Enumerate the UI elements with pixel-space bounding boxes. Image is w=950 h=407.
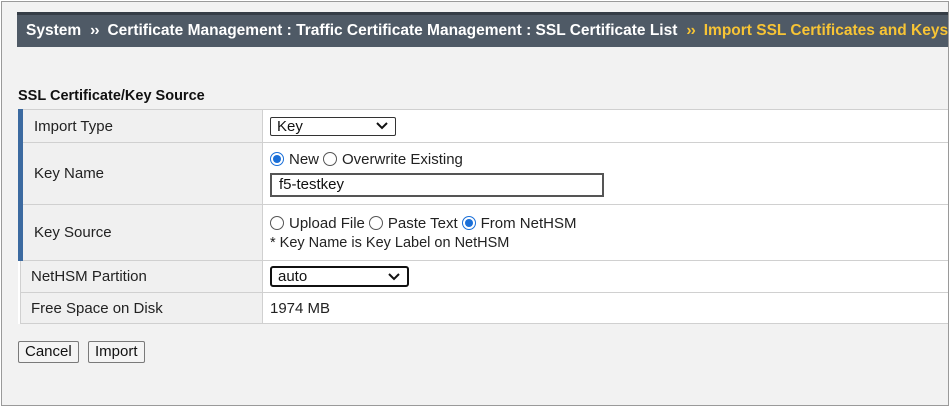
key-source-nethsm-radio[interactable] [461, 216, 476, 230]
section-title: SSL Certificate/Key Source [18, 88, 205, 104]
key-source-paste-label: Paste Text [387, 214, 458, 232]
row-key-source: Key Source Upload File Paste Text From N… [18, 204, 948, 261]
key-source-upload-label: Upload File [289, 214, 365, 232]
key-source-upload-radio[interactable] [270, 216, 284, 230]
key-source-nethsm-label: From NetHSM [480, 214, 577, 232]
import-type-select[interactable]: Key [270, 116, 396, 136]
import-type-label: Import Type [18, 109, 263, 143]
import-type-selected: Key [277, 117, 303, 135]
row-nethsm-partition: NetHSM Partition auto [20, 260, 948, 293]
key-name-new-label: New [289, 150, 320, 168]
key-source-note: * Key Name is Key Label on NetHSM [270, 234, 510, 251]
free-space-value: 1974 MB [262, 292, 948, 324]
breadcrumb-separator: ›› [90, 22, 99, 39]
key-name-overwrite-radio[interactable] [323, 152, 338, 166]
row-free-space: Free Space on Disk 1974 MB [20, 292, 948, 324]
breadcrumb-ssl-certificate-list[interactable]: Certificate Management : Traffic Certifi… [107, 22, 677, 40]
key-source-paste-radio[interactable] [368, 216, 383, 230]
breadcrumb-system[interactable]: System [26, 22, 81, 40]
chevron-down-icon [388, 272, 400, 280]
breadcrumb-current-page: Import SSL Certificates and Keys [703, 22, 949, 39]
chevron-down-icon [376, 122, 388, 130]
key-name-input[interactable]: f5-testkey [270, 172, 604, 197]
row-key-name: Key Name New Overwrite Existing f5-testk… [18, 142, 948, 205]
properties-table: Import Type Key Key Name New Overwrite E… [18, 109, 948, 324]
breadcrumb: System ›› Certificate Management : Traff… [17, 12, 949, 47]
breadcrumb-separator: ›› [686, 22, 695, 39]
free-space-label: Free Space on Disk [20, 292, 263, 324]
row-import-type: Import Type Key [18, 109, 948, 143]
nethsm-partition-selected: auto [278, 268, 308, 285]
key-name-new-radio[interactable] [270, 152, 284, 166]
cancel-button[interactable]: Cancel [18, 341, 79, 363]
main-frame: System ›› Certificate Management : Traff… [1, 1, 949, 406]
key-source-label: Key Source [18, 204, 263, 261]
nethsm-partition-label: NetHSM Partition [20, 260, 263, 293]
import-button[interactable]: Import [88, 341, 145, 363]
key-name-label: Key Name [18, 142, 263, 205]
nethsm-partition-select[interactable]: auto [270, 266, 409, 287]
key-name-overwrite-label: Overwrite Existing [342, 150, 463, 168]
